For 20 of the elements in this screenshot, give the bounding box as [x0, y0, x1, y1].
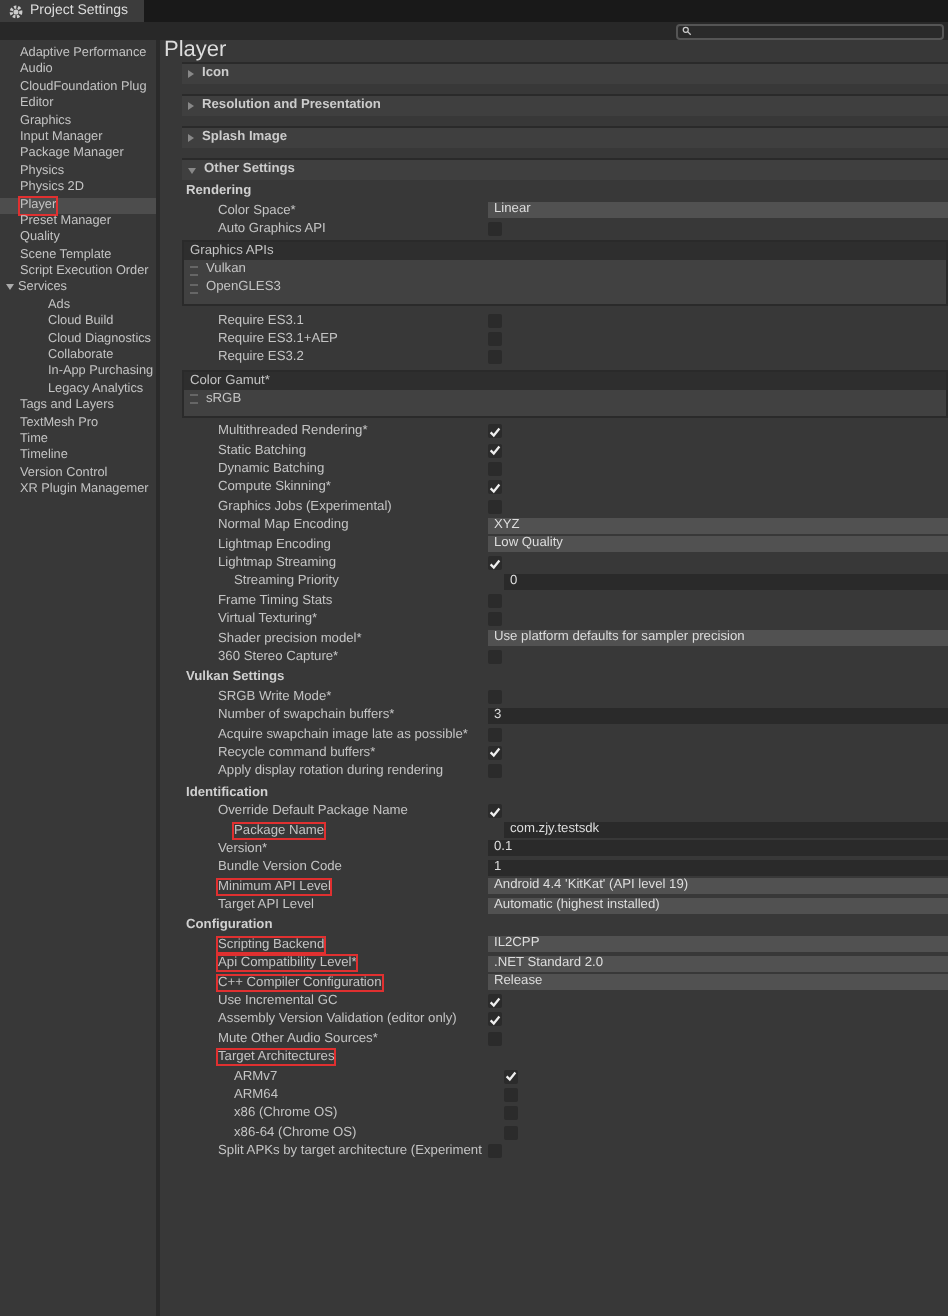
triangle-icon [188, 167, 196, 173]
checkbox[interactable] [488, 443, 502, 458]
page-title: Player [164, 40, 229, 62]
checkbox[interactable] [504, 1069, 518, 1084]
checkbox[interactable] [488, 804, 502, 819]
search-field[interactable] [676, 23, 944, 39]
checkbox[interactable] [488, 1012, 502, 1027]
checkbox[interactable] [488, 221, 502, 236]
search-icon [682, 26, 692, 36]
triangle-icon [188, 134, 194, 142]
checkbox[interactable] [488, 480, 502, 495]
checkbox[interactable] [488, 745, 502, 760]
caret-icon[interactable] [6, 284, 14, 291]
gear-icon [8, 3, 24, 19]
checkbox[interactable] [488, 424, 502, 439]
checkbox[interactable] [488, 612, 502, 627]
triangle-icon [188, 70, 194, 78]
checkbox[interactable] [488, 556, 502, 571]
checkbox[interactable] [488, 994, 502, 1009]
triangle-icon [188, 102, 194, 110]
